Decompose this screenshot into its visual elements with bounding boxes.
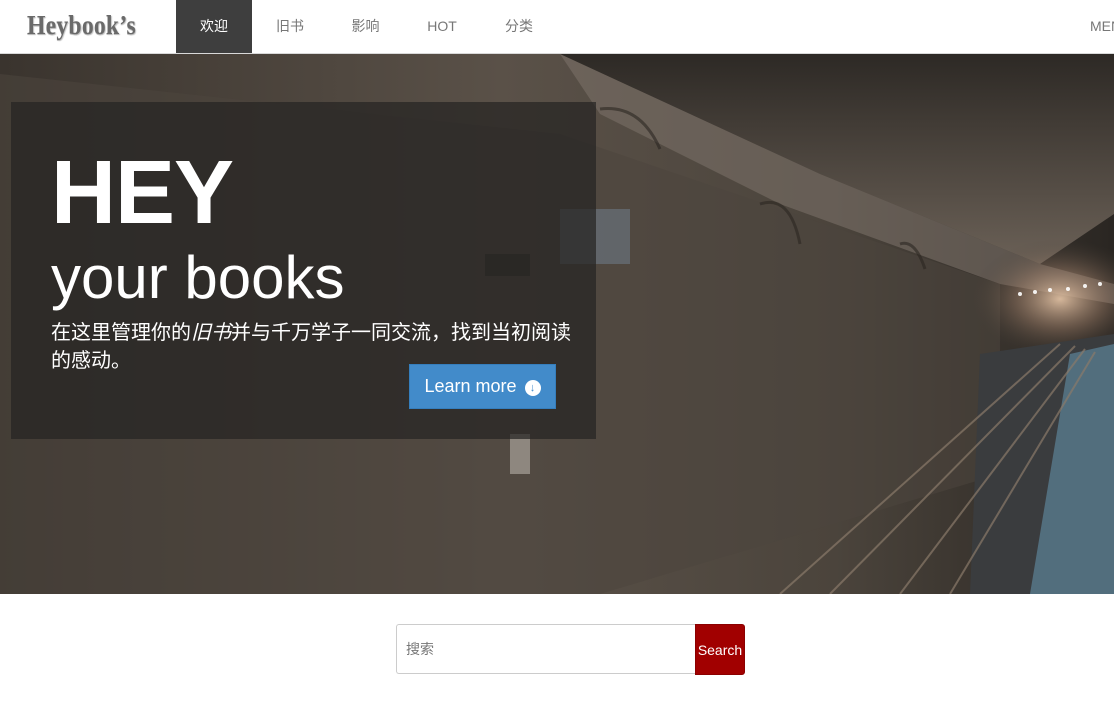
nav-item-impact[interactable]: 影响 (328, 0, 403, 53)
learn-more-button[interactable]: Learn more ↓ (409, 364, 556, 409)
nav-item-old-books-label: 旧书 (276, 18, 304, 34)
arrow-circle-down-icon: ↓ (524, 380, 541, 396)
search-button[interactable]: Search (695, 624, 745, 675)
hero-section: HEY your books 在这里管理你的旧书并与千万学子一同交流，找到当初阅… (0, 54, 1114, 594)
hero-title: HEY (51, 143, 234, 243)
hero-card: HEY your books 在这里管理你的旧书并与千万学子一同交流，找到当初阅… (11, 102, 596, 439)
nav-item-welcome-label: 欢迎 (200, 18, 228, 34)
learn-more-label: Learn more (424, 376, 517, 396)
search-input[interactable] (396, 624, 696, 674)
nav-item-hot[interactable]: HOT (403, 0, 481, 53)
brand-logo[interactable]: Heybook’s (27, 8, 136, 42)
hero-desc-emphasis: 旧书 (191, 322, 231, 344)
menu-toggle-button[interactable]: MENU (1090, 0, 1114, 53)
nav-item-welcome[interactable]: 欢迎 (176, 0, 252, 53)
nav-item-categories-label: 分类 (505, 18, 533, 34)
nav-item-categories[interactable]: 分类 (481, 0, 557, 53)
nav-item-old-books[interactable]: 旧书 (252, 0, 328, 53)
hero-desc-before: 在这里管理你的 (51, 322, 191, 344)
nav-item-impact-label: 影响 (351, 18, 380, 34)
hero-subtitle: your books (51, 244, 345, 311)
top-navbar: Heybook’s 欢迎 旧书 影响 HOT 分类 MENU (0, 0, 1114, 54)
nav-item-hot-label: HOT (427, 18, 457, 34)
